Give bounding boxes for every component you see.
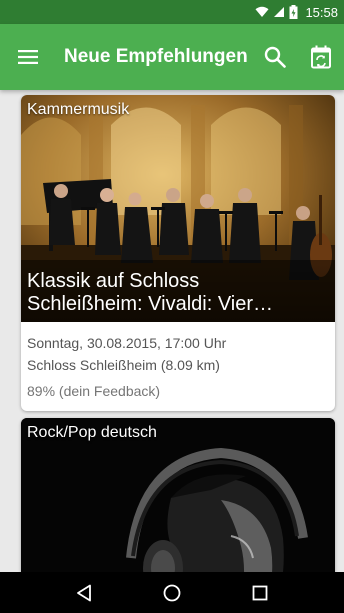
- recents-square-icon[interactable]: [240, 572, 280, 613]
- wifi-icon: [255, 6, 269, 18]
- recommendation-list[interactable]: Kammermusik Klassik auf Schloss Schleißh…: [0, 90, 344, 572]
- status-bar: 15:58: [0, 0, 344, 24]
- event-title-line2: Schleißheim: Vivaldi: Vier…: [27, 293, 274, 315]
- signal-icon: [273, 6, 285, 18]
- app-bar: Neue Empfehlungen: [0, 24, 344, 90]
- event-category: Kammermusik: [27, 101, 130, 118]
- page-title: Neue Empfehlungen: [64, 46, 248, 67]
- event-location: Schloss Schleißheim (8.09 km): [27, 357, 220, 373]
- event-details: Sonntag, 30.08.2015, 17:00 Uhr Schloss S…: [21, 322, 335, 402]
- event-feedback: 89% (dein Feedback): [27, 383, 161, 399]
- event-image-chamber-music: Kammermusik Klassik auf Schloss Schleißh…: [21, 95, 335, 322]
- calendar-refresh-icon[interactable]: [298, 24, 344, 90]
- home-circle-icon[interactable]: [152, 572, 192, 613]
- event-image-rock-pop: Rock/Pop deutsch: [21, 418, 335, 572]
- status-time: 15:58: [305, 4, 338, 20]
- event-title-line1: Klassik auf Schloss: [27, 270, 200, 292]
- search-icon[interactable]: [252, 24, 298, 90]
- event-category: Rock/Pop deutsch: [27, 424, 157, 441]
- system-navigation-bar: [0, 572, 344, 613]
- back-triangle-icon[interactable]: [64, 572, 104, 613]
- hamburger-menu-icon[interactable]: [0, 24, 56, 90]
- event-card[interactable]: Rock/Pop deutsch: [21, 418, 335, 572]
- event-title: Klassik auf Schloss Schleißheim: Vivaldi…: [21, 264, 335, 322]
- battery-charging-icon: [289, 5, 298, 19]
- event-date: Sonntag, 30.08.2015, 17:00 Uhr: [27, 335, 227, 351]
- event-card[interactable]: Kammermusik Klassik auf Schloss Schleißh…: [21, 95, 335, 411]
